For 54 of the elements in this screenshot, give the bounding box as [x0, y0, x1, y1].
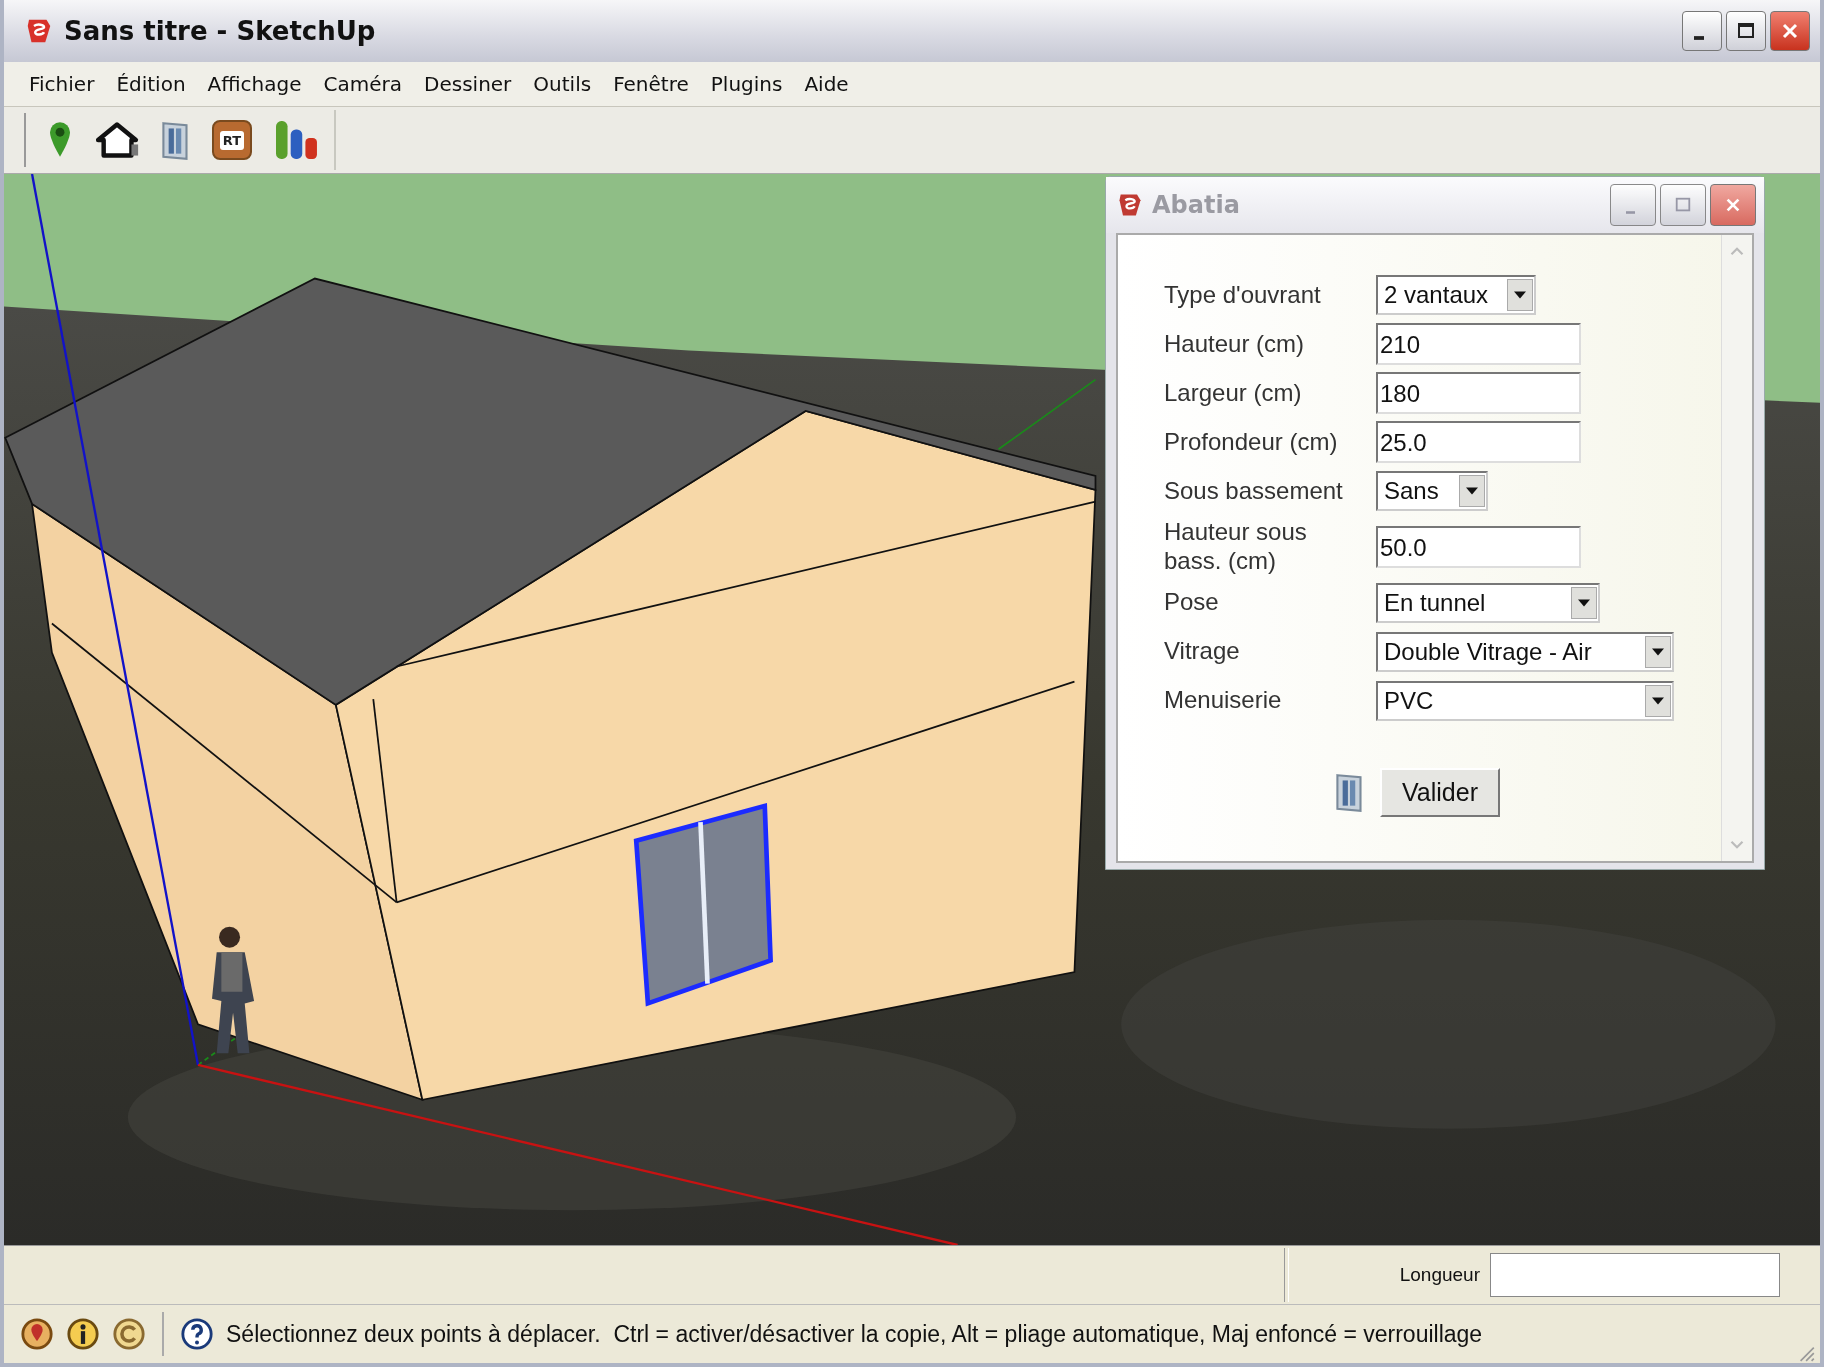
status-text: Sélectionnez deux points à déplacer. Ctrl = activer/désactiver la copie, Alt = pliage automatique, Maj enfoncé = verrouillage — [226, 1320, 1483, 1348]
dropdown[interactable]: En tunnel — [1376, 582, 1600, 623]
menu-item[interactable]: Édition — [105, 72, 197, 96]
field-label: Type d'ouvrant — [1164, 280, 1322, 310]
measurement-label: Longueur — [1399, 1264, 1480, 1286]
field-label: Profondeur (cm) — [1164, 427, 1339, 457]
help-icon[interactable] — [180, 1317, 214, 1351]
dialog-title: Abatia — [1152, 191, 1240, 219]
menu-item[interactable]: Caméra — [312, 72, 414, 96]
dropdown[interactable]: Double Vitrage - Air — [1376, 631, 1674, 672]
input-field[interactable]: 25.0 — [1376, 421, 1581, 463]
house-icon[interactable] — [94, 120, 140, 160]
menu-item[interactable]: Aide — [793, 72, 860, 96]
rt-badge-icon[interactable]: RT — [212, 120, 252, 160]
dropdown-arrow-icon — [1652, 647, 1664, 656]
valider-button[interactable]: Valider — [1380, 767, 1500, 817]
copyright-icon[interactable] — [112, 1317, 146, 1351]
menu-item[interactable]: Affichage — [196, 72, 313, 96]
dropdown-arrow-icon — [1466, 487, 1478, 495]
field-label: Hauteur (cm) — [1164, 329, 1306, 359]
menu-item[interactable]: Outils — [522, 72, 603, 96]
info-icon[interactable] — [66, 1317, 100, 1351]
close-icon — [1780, 21, 1800, 41]
minimize-button[interactable] — [1682, 11, 1722, 51]
maximize-icon — [1674, 196, 1692, 214]
field-label: Menuiserie — [1164, 686, 1283, 715]
field-label: Largeur (cm) — [1164, 378, 1303, 408]
dropdown-arrow-icon — [1514, 291, 1526, 299]
menu-item[interactable]: Fichier — [18, 72, 106, 96]
field-label: Hauteur sous bass. (cm) — [1164, 518, 1308, 576]
minimize-icon — [1625, 210, 1635, 214]
dropdown-arrow-icon — [1578, 598, 1590, 607]
close-button[interactable] — [1710, 184, 1756, 226]
field-label: Sous bassement — [1164, 476, 1344, 506]
close-icon — [1724, 196, 1742, 214]
menu-item[interactable]: Fenêtre — [602, 72, 700, 96]
geo-location-icon[interactable] — [20, 1317, 54, 1351]
input-field[interactable]: 210 — [1376, 323, 1581, 365]
dropdown-arrow-icon — [1652, 696, 1664, 705]
window-title: Sans titre - SketchUp — [64, 16, 376, 46]
minimize-icon — [1694, 36, 1704, 40]
input-field[interactable]: 180 — [1376, 372, 1581, 414]
maximize-button[interactable] — [1726, 11, 1766, 51]
dropdown[interactable]: Sans — [1376, 471, 1488, 511]
field-label: Vitrage — [1164, 637, 1241, 666]
dropdown[interactable]: PVC — [1376, 680, 1674, 721]
field-label: Pose — [1164, 588, 1220, 617]
menu-item[interactable]: Dessiner — [413, 72, 523, 96]
close-button[interactable] — [1770, 11, 1810, 51]
dropdown[interactable]: 2 vantaux — [1376, 275, 1536, 315]
maximize-icon — [1736, 21, 1756, 41]
menu-item[interactable]: Plugins — [699, 72, 794, 96]
measurement-field[interactable] — [1490, 1253, 1780, 1297]
input-field[interactable]: 50.0 — [1376, 525, 1581, 568]
